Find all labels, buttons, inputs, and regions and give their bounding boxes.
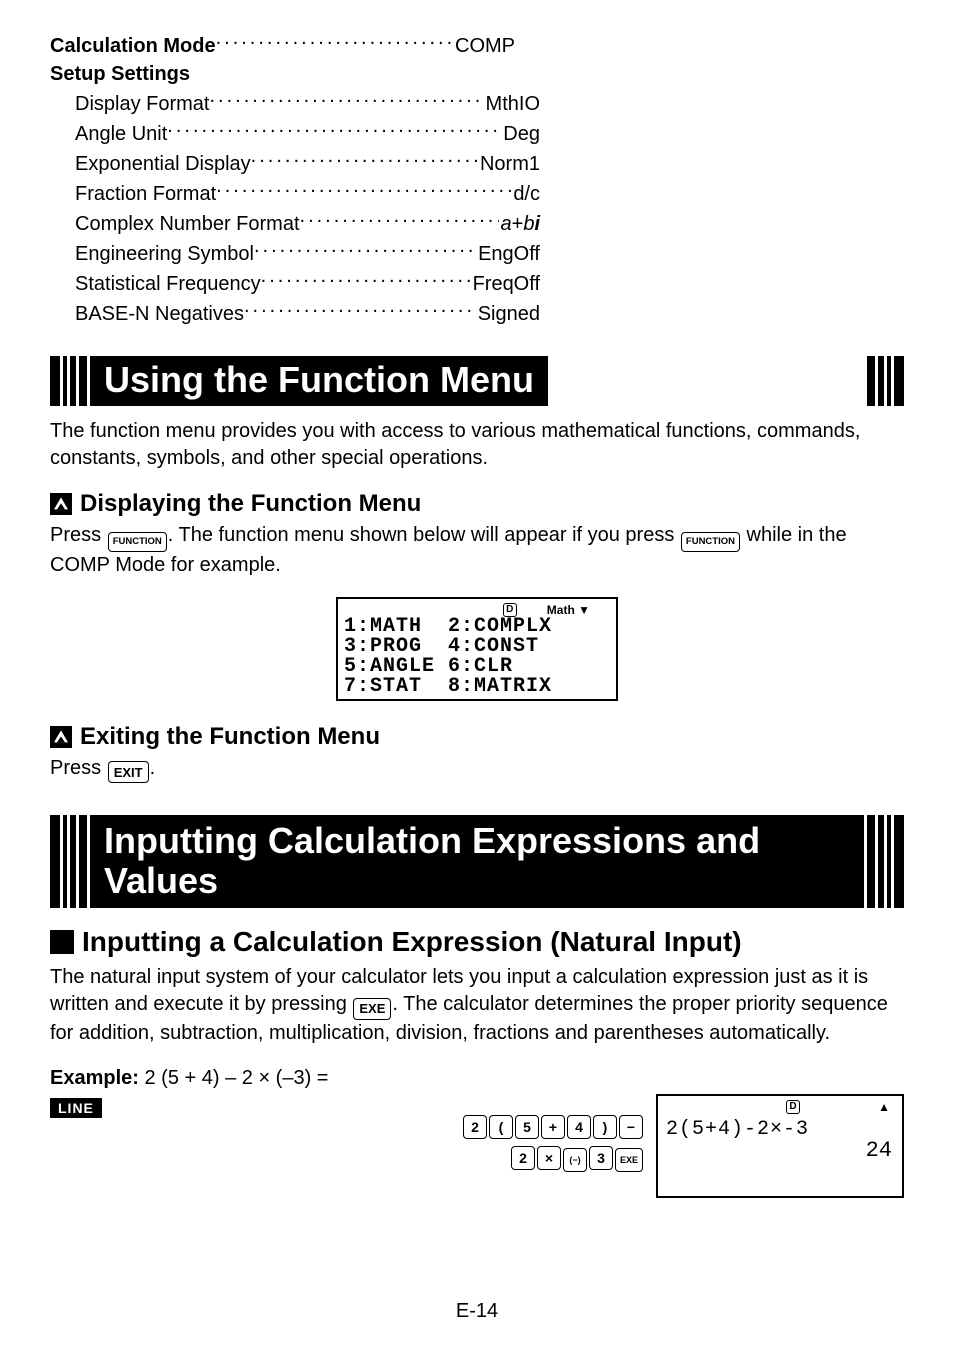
calc-key: ) [593, 1115, 617, 1139]
calc-key: ( [489, 1115, 513, 1139]
page-number: E-14 [0, 1300, 954, 1323]
lcd-function-menu: D Math ▼ 1:MATH 2:COMPLX3:PROG 4:CONST5:… [336, 597, 618, 701]
settings-value: a+bi [499, 210, 541, 238]
calc-key: − [619, 1115, 643, 1139]
settings-label: Exponential Display [75, 150, 251, 178]
settings-row: Engineering Symbol EngOff [50, 238, 540, 268]
natural-input-paragraph: The natural input system of your calcula… [50, 964, 904, 1047]
lcd-menu-cell: 4:CONST [448, 637, 539, 657]
lcd-menu-row: 3:PROG 4:CONST [344, 637, 610, 657]
calc-key: 5 [515, 1115, 539, 1139]
section2-title: Inputting Calculation Expressions and Va… [90, 815, 864, 908]
settings-label: Statistical Frequency [75, 270, 261, 298]
settings-label: Angle Unit [75, 120, 167, 148]
calc-key: 2 [463, 1115, 487, 1139]
settings-label: Fraction Format [75, 180, 216, 208]
calc-key: 4 [567, 1115, 591, 1139]
settings-row: Exponential Display Norm1 [50, 148, 540, 178]
exit-key: EXIT [108, 761, 149, 783]
lcd-expression: 2(5+4)-2×-3 [666, 1118, 809, 1141]
lcd-menu-cell: 5:ANGLE [344, 657, 448, 677]
setup-settings-header-row: Setup Settings [50, 60, 515, 88]
settings-value: Signed [476, 300, 540, 328]
example-line: Example: 2 (5 + 4) – 2 × (–3) = [50, 1065, 904, 1092]
settings-value: d/c [511, 180, 540, 208]
lcd-menu-row: 5:ANGLE 6:CLR [344, 657, 610, 677]
exiting-text: Press EXIT. [50, 755, 904, 784]
function-key: FUNCTION [681, 532, 740, 552]
settings-row: Fraction Format d/c [50, 178, 540, 208]
subhead-natural-input: Inputting a Calculation Expression (Natu… [50, 926, 904, 958]
section-banner-inputting: Inputting Calculation Expressions and Va… [50, 815, 904, 908]
settings-row: Angle Unit Deg [50, 118, 540, 148]
lcd-menu-cell: 2:COMPLX [448, 617, 552, 637]
subhead-exiting: Exiting the Function Menu [50, 723, 904, 751]
subhead-displaying: Displaying the Function Menu [50, 490, 904, 518]
exe-key: EXE [353, 998, 391, 1020]
bullet-icon [50, 726, 72, 748]
lcd-status-math: Math ▼ [547, 603, 590, 617]
settings-row: Complex Number Format a+bi [50, 208, 540, 238]
settings-label: BASE-N Negatives [75, 300, 244, 328]
settings-value: FreqOff [471, 270, 540, 298]
function-key: FUNCTION [108, 532, 167, 552]
settings-label: Engineering Symbol [75, 240, 254, 268]
settings-value: Norm1 [478, 150, 540, 178]
settings-value: MthIO [484, 90, 540, 118]
subhead-natural-input-text: Inputting a Calculation Expression (Natu… [82, 926, 742, 958]
settings-row: BASE-N Negatives Signed [50, 298, 540, 328]
calc-key: 3 [589, 1146, 613, 1170]
lcd-status-d: D [786, 1100, 800, 1114]
calc-mode-label: Calculation Mode [50, 35, 216, 57]
settings-list: Calculation Mode COMP Setup Settings Dis… [50, 30, 904, 328]
settings-value: Deg [501, 120, 540, 148]
section1-intro: The function menu provides you with acce… [50, 418, 904, 472]
subhead-exiting-text: Exiting the Function Menu [80, 723, 380, 751]
settings-label: Display Format [75, 90, 209, 118]
calc-key: EXE [615, 1148, 643, 1172]
displaying-text: Press FUNCTION. The function menu shown … [50, 522, 904, 579]
calc-key: 2 [511, 1146, 535, 1170]
example-expression: 2 (5 + 4) – 2 × (–3) = [139, 1067, 329, 1089]
section-title: Using the Function Menu [90, 356, 548, 406]
lcd-menu-row: 7:STAT 8:MATRIX [344, 677, 610, 697]
section-banner-function-menu: Using the Function Menu [50, 356, 904, 406]
settings-value: EngOff [476, 240, 540, 268]
lcd-result-value: 24 [866, 1138, 892, 1163]
setup-settings-header: Setup Settings [50, 60, 190, 88]
lcd-menu-cell: 8:MATRIX [448, 677, 552, 697]
line-mode-badge: LINE [50, 1098, 102, 1118]
settings-row: Statistical Frequency FreqOff [50, 268, 540, 298]
bullet-icon [50, 493, 72, 515]
lcd-menu-cell: 1:MATH [344, 617, 448, 637]
calc-key: (−) [563, 1148, 587, 1172]
subhead-displaying-text: Displaying the Function Menu [80, 490, 421, 518]
calc-mode-value: COMP [453, 32, 515, 60]
settings-label: Complex Number Format [75, 210, 300, 238]
settings-row-calcmode: Calculation Mode COMP [50, 30, 515, 60]
example-label: Example: [50, 1067, 139, 1089]
calc-key: + [541, 1115, 565, 1139]
settings-row: Display Format MthIO [50, 88, 540, 118]
lcd-result-screen: D ▲ 2(5+4)-2×-3 24 [656, 1094, 904, 1198]
calc-key: × [537, 1146, 561, 1170]
lcd-status-arrow: ▲ [878, 1100, 890, 1114]
square-bullet-icon [50, 930, 74, 954]
lcd-menu-cell: 3:PROG [344, 637, 448, 657]
lcd-menu-cell: 7:STAT [344, 677, 448, 697]
lcd-menu-cell: 6:CLR [448, 657, 513, 677]
lcd-menu-row: 1:MATH 2:COMPLX [344, 617, 610, 637]
key-sequence: 2(5+4)− 2×(−)3EXE [462, 1098, 644, 1173]
